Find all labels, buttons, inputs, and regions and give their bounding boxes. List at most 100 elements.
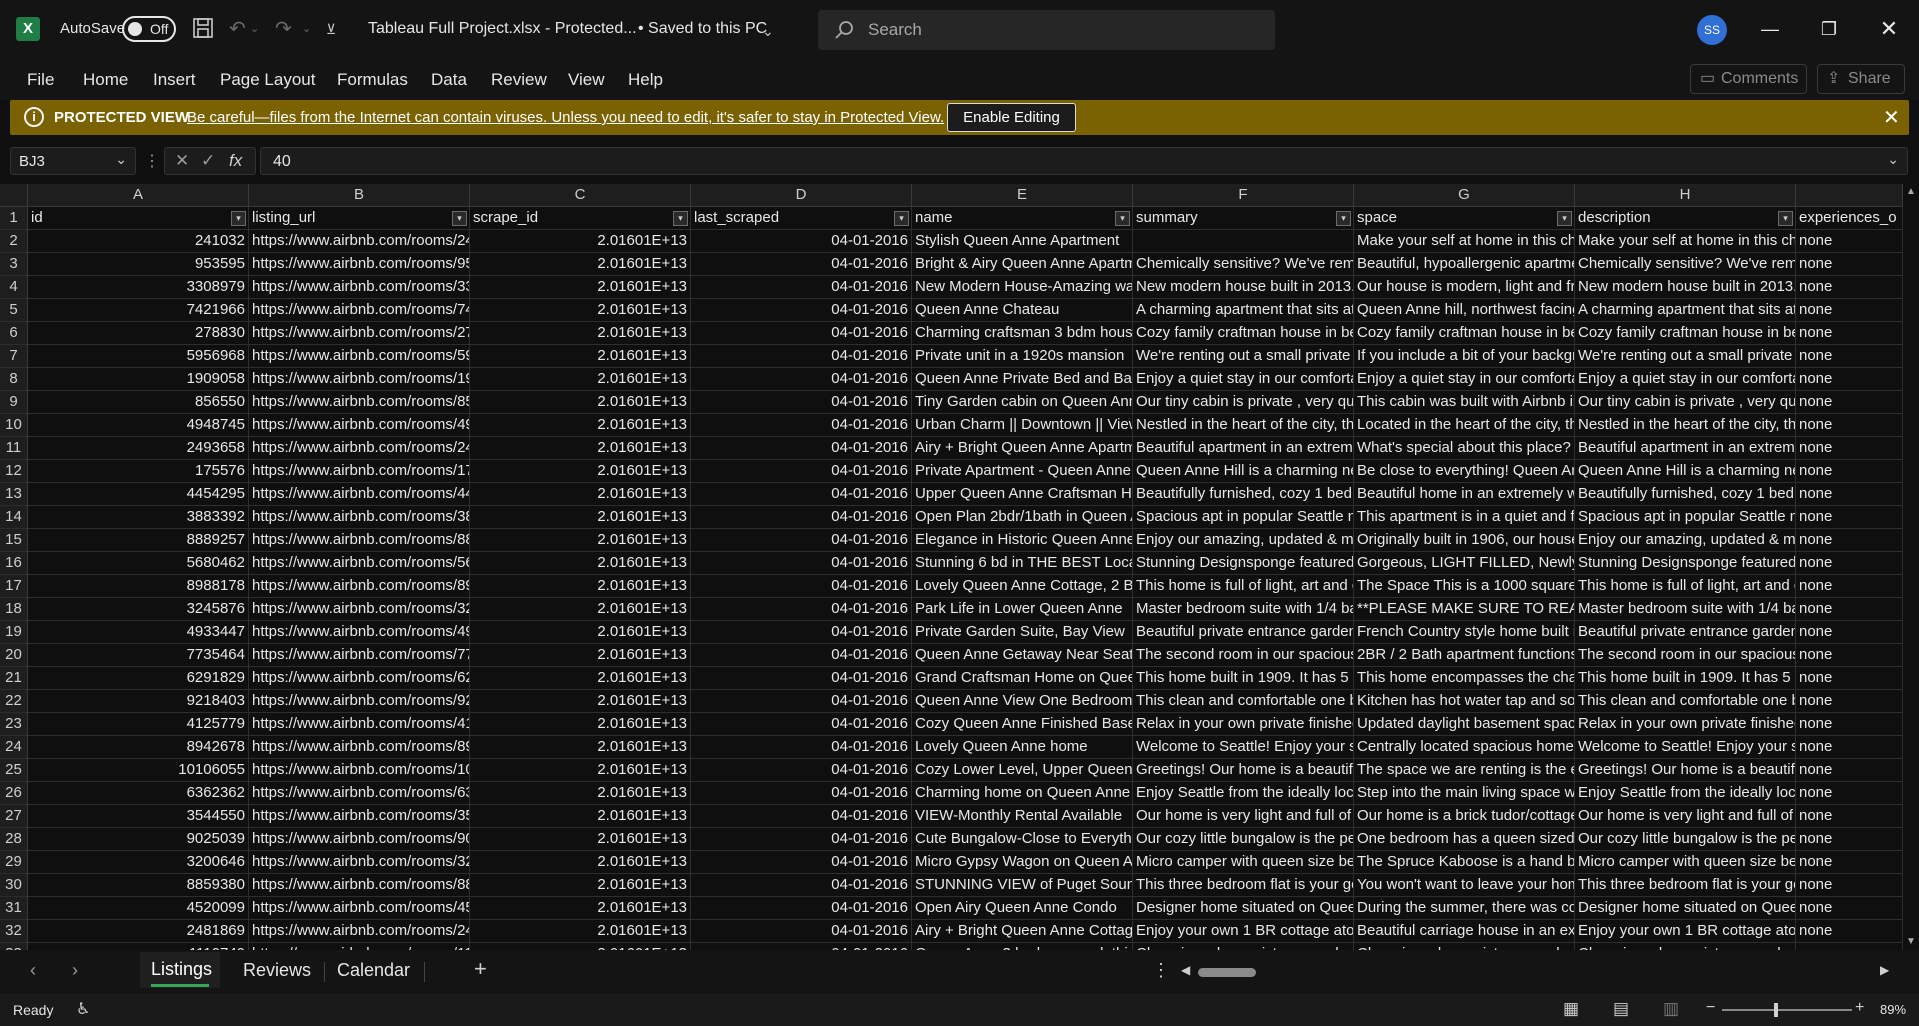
row-header[interactable]: 19 — [0, 621, 28, 644]
scroll-right-icon[interactable]: ▶ — [1880, 963, 1889, 977]
table-cell[interactable]: Beautiful private entrance garden suite — [1133, 621, 1354, 644]
table-cell[interactable]: https://www.airbnb.com/rooms/278830 — [249, 322, 470, 345]
table-cell[interactable]: Charming, clean, picturesque home — [1575, 943, 1796, 950]
table-cell[interactable]: This clean and comfortable one bedroom — [1575, 690, 1796, 713]
table-cell[interactable]: The Space This is a 1000 square foot — [1354, 575, 1575, 598]
table-cell[interactable]: The second room in our spacious 2BR — [1133, 644, 1354, 667]
table-cell[interactable]: https://www.airbnb.com/rooms/856550 — [249, 391, 470, 414]
filter-dropdown-icon[interactable]: ▾ — [1778, 211, 1793, 226]
table-cell[interactable]: This cabin was built with Airbnb in mind — [1354, 391, 1575, 414]
sheet-tab-calendar[interactable]: Calendar — [337, 960, 410, 981]
table-cell[interactable]: Micro camper with queen size bed — [1575, 851, 1796, 874]
row-header[interactable]: 22 — [0, 690, 28, 713]
header-cell[interactable]: space — [1354, 207, 1575, 230]
table-cell[interactable]: Queen Anne Chateau — [912, 299, 1133, 322]
table-cell[interactable]: 04-01-2016 — [691, 644, 912, 667]
table-cell[interactable]: 4933447 — [28, 621, 249, 644]
table-cell[interactable]: https://www.airbnb.com/rooms/4948745 — [249, 414, 470, 437]
table-cell[interactable]: Chemically sensitive? We've removed — [1575, 253, 1796, 276]
table-cell[interactable]: 2BR / 2 Bath apartment functions — [1354, 644, 1575, 667]
table-cell[interactable]: Enjoy a quiet stay in our comfortable — [1354, 368, 1575, 391]
table-cell[interactable]: none — [1796, 483, 1903, 506]
table-cell[interactable]: 04-01-2016 — [691, 782, 912, 805]
row-header[interactable]: 16 — [0, 552, 28, 575]
table-cell[interactable]: 6291829 — [28, 667, 249, 690]
zoom-slider-thumb[interactable] — [1774, 1003, 1778, 1017]
table-cell[interactable]: 04-01-2016 — [691, 690, 912, 713]
table-cell[interactable]: 2.01601E+13 — [470, 805, 691, 828]
table-cell[interactable]: We're renting out a small private unit — [1133, 345, 1354, 368]
table-cell[interactable]: 04-01-2016 — [691, 368, 912, 391]
table-cell[interactable]: 2.01601E+13 — [470, 506, 691, 529]
table-cell[interactable]: 04-01-2016 — [691, 437, 912, 460]
table-cell[interactable]: 04-01-2016 — [691, 529, 912, 552]
table-cell[interactable]: 2.01601E+13 — [470, 690, 691, 713]
table-cell[interactable]: 04-01-2016 — [691, 253, 912, 276]
row-header[interactable]: 8 — [0, 368, 28, 391]
table-cell[interactable]: 4125779 — [28, 713, 249, 736]
table-cell[interactable]: 04-01-2016 — [691, 506, 912, 529]
table-cell[interactable]: 9218403 — [28, 690, 249, 713]
table-cell[interactable]: Airy + Bright Queen Anne Apartment — [912, 437, 1133, 460]
table-cell[interactable]: Micro Gypsy Wagon on Queen Anne — [912, 851, 1133, 874]
table-cell[interactable]: none — [1796, 851, 1903, 874]
row-header[interactable]: 20 — [0, 644, 28, 667]
row-header[interactable]: 27 — [0, 805, 28, 828]
table-cell[interactable]: 2.01601E+13 — [470, 437, 691, 460]
table-cell[interactable]: https://www.airbnb.com/rooms/175576 — [249, 460, 470, 483]
table-cell[interactable]: https://www.airbnb.com/rooms/953595 — [249, 253, 470, 276]
table-cell[interactable]: Beautiful private entrance garden suite — [1575, 621, 1796, 644]
table-cell[interactable]: Enjoy Seattle from the ideally located — [1133, 782, 1354, 805]
table-cell[interactable]: Our home is a brick tudor/cottage — [1354, 805, 1575, 828]
table-cell[interactable]: Cozy Lower Level, Upper Queen Anne — [912, 759, 1133, 782]
table-cell[interactable]: https://www.airbnb.com/rooms/9025039 — [249, 828, 470, 851]
table-cell[interactable]: 953595 — [28, 253, 249, 276]
prev-sheet-icon[interactable]: ‹ — [30, 960, 36, 981]
tab-view[interactable]: View — [568, 70, 605, 90]
header-cell[interactable]: listing_url — [249, 207, 470, 230]
table-cell[interactable]: https://www.airbnb.com/rooms/6291829 — [249, 667, 470, 690]
zoom-level[interactable]: 89% — [1880, 1002, 1906, 1017]
table-cell[interactable]: Enjoy your own 1 BR cottage atop — [1133, 920, 1354, 943]
table-cell[interactable]: none — [1796, 920, 1903, 943]
table-cell[interactable]: 04-01-2016 — [691, 874, 912, 897]
table-cell[interactable]: none — [1796, 529, 1903, 552]
redo-icon[interactable]: ↷ — [275, 17, 292, 41]
table-cell[interactable]: 4948745 — [28, 414, 249, 437]
expand-formula-bar-icon[interactable]: ⌄ — [1887, 151, 1899, 168]
table-cell[interactable]: Designer home situated on Queen Anne — [1133, 897, 1354, 920]
table-cell[interactable]: Greetings! Our home is a beautiful — [1575, 759, 1796, 782]
table-cell[interactable]: Beautiful apartment in an extremely — [1575, 437, 1796, 460]
table-cell[interactable]: 04-01-2016 — [691, 414, 912, 437]
row-header[interactable]: 17 — [0, 575, 28, 598]
tab-home[interactable]: Home — [83, 70, 128, 90]
table-cell[interactable]: none — [1796, 598, 1903, 621]
row-header[interactable]: 28 — [0, 828, 28, 851]
cancel-icon[interactable]: ✕ — [175, 151, 189, 171]
table-cell[interactable]: This home is full of light, art and colo… — [1133, 575, 1354, 598]
table-cell[interactable]: Designer home situated on Queen Anne — [1575, 897, 1796, 920]
enter-icon[interactable]: ✓ — [201, 151, 215, 171]
column-header[interactable]: A — [28, 184, 249, 207]
table-cell[interactable]: Updated daylight basement space — [1354, 713, 1575, 736]
table-cell[interactable]: none — [1796, 299, 1903, 322]
table-cell[interactable]: This clean and comfortable one bedroom — [1133, 690, 1354, 713]
search-box[interactable]: Search — [818, 10, 1275, 50]
table-cell[interactable]: This home is full of light, art and colo… — [1575, 575, 1796, 598]
filter-dropdown-icon[interactable]: ▾ — [673, 211, 688, 226]
save-status[interactable]: • Saved to this PC — [638, 20, 767, 38]
banner-message-link[interactable]: Be careful—files from the Internet can c… — [187, 109, 944, 126]
table-cell[interactable]: 2.01601E+13 — [470, 713, 691, 736]
table-cell[interactable]: Tiny Garden cabin on Queen Anne — [912, 391, 1133, 414]
table-cell[interactable]: Located in the heart of the city, this — [1354, 414, 1575, 437]
table-cell[interactable]: Centrally located spacious home in — [1354, 736, 1575, 759]
table-cell[interactable]: none — [1796, 322, 1903, 345]
table-cell[interactable]: 3308979 — [28, 276, 249, 299]
table-cell[interactable]: https://www.airbnb.com/rooms/2493658 — [249, 437, 470, 460]
close-banner-icon[interactable]: ✕ — [1883, 105, 1900, 130]
table-cell[interactable]: none — [1796, 621, 1903, 644]
table-cell[interactable]: 04-01-2016 — [691, 276, 912, 299]
tab-page-layout[interactable]: Page Layout — [220, 70, 315, 90]
table-cell[interactable] — [1133, 230, 1354, 253]
row-header[interactable]: 26 — [0, 782, 28, 805]
